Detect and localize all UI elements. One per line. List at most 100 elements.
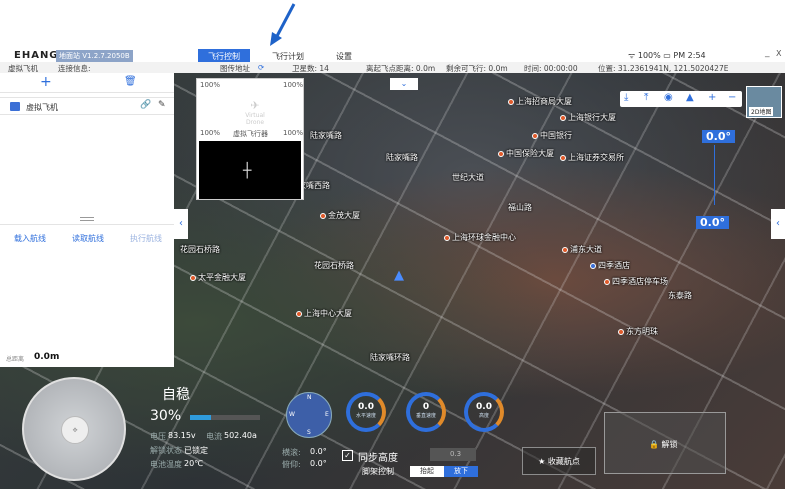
map-road: 花园石桥路 xyxy=(314,261,354,270)
zoom-in-icon[interactable]: + xyxy=(708,92,716,103)
resize-handle[interactable] xyxy=(80,217,94,221)
north-icon[interactable]: ▲ xyxy=(686,92,694,103)
map-poi[interactable]: 四季酒店 xyxy=(590,260,630,271)
read-route-button[interactable]: 读取航线 xyxy=(72,233,104,244)
flight-mode: 自稳 xyxy=(162,387,190,403)
map-poi[interactable]: 上海银行大厦 xyxy=(560,112,616,123)
add-drone-button[interactable]: + xyxy=(40,74,52,90)
lock-label: 解锁状态 xyxy=(150,446,182,455)
altitude-scale xyxy=(714,145,715,205)
map-road: 陆家嘴路 xyxy=(386,153,418,162)
flight-time: 时间: 00:00:00 xyxy=(524,64,578,73)
joystick-knob[interactable]: ✥ xyxy=(61,416,89,444)
drone-name: 虚拟飞机 xyxy=(26,103,58,112)
battery-percent: 30% xyxy=(150,408,182,424)
sync-altitude-input[interactable]: 0.3 xyxy=(430,448,476,461)
compass: N S E W xyxy=(286,392,332,438)
drone-marker-icon[interactable]: ▲ xyxy=(394,268,406,283)
refresh-icon[interactable]: ⟳ xyxy=(258,63,264,72)
battery-status: 100% xyxy=(637,51,661,60)
title-bar: EHANG 地面站 V1.2.7.2050B 飞行控制 飞行计划 设置 ᯤ 10… xyxy=(0,0,785,62)
drone-icon xyxy=(10,102,20,111)
horizontal-speed-gauge: 0.0 水平速度 xyxy=(346,392,386,432)
map-road: 世纪大道 xyxy=(452,173,484,182)
collapse-top-button[interactable]: ⌄ xyxy=(390,78,418,90)
collect-waypoint-button[interactable]: ★ 收藏航点 xyxy=(522,447,596,475)
compass-north: N xyxy=(307,394,312,401)
gear-up-button[interactable]: 抬起 xyxy=(410,466,444,477)
roll-value: 0.0° xyxy=(310,447,327,456)
zoom-out-icon[interactable]: − xyxy=(728,92,736,103)
map-poi[interactable]: 上海环球金融中心 xyxy=(444,232,516,243)
import-route-button[interactable]: 载入航线 xyxy=(14,233,46,244)
map-road: 花园石桥路 xyxy=(180,245,220,254)
divider xyxy=(0,224,174,225)
battery-icon: ▭ xyxy=(663,51,674,60)
map-poi[interactable]: 上海招商局大厦 xyxy=(508,96,572,107)
lock-state: 已锁定 xyxy=(184,446,208,455)
execute-route-button[interactable]: 执行航线 xyxy=(130,233,162,244)
map-2d-toggle[interactable]: 2D地图 xyxy=(746,86,782,118)
temp-label: 电池温度 xyxy=(150,460,182,469)
voltage-value: 83.15v xyxy=(168,431,196,440)
locate-icon[interactable]: ◉ xyxy=(664,92,673,103)
video-feed-panel[interactable]: 100% 100% ✈ Virtual Drone 100% 虚拟飞行器 100… xyxy=(196,78,304,200)
camera-label: 虚拟飞行器 xyxy=(233,130,268,138)
close-button[interactable]: X xyxy=(776,49,781,58)
map-road: 东泰路 xyxy=(668,291,692,300)
clock: PM 2:54 xyxy=(673,51,706,60)
video-pct-tr: 100% xyxy=(283,81,304,89)
map-addr-label: 图传地址 xyxy=(220,64,250,73)
map-poi[interactable]: 东方明珠 xyxy=(618,326,658,337)
delete-drone-button[interactable]: 🗑 xyxy=(124,76,137,87)
map-poi[interactable]: 太平金融大厦 xyxy=(190,272,246,283)
edit-icon[interactable]: ✎ xyxy=(158,100,166,110)
remaining-distance: 剩余可飞行: 0.0m xyxy=(446,64,508,73)
link-icon[interactable]: 🔗 xyxy=(140,100,151,110)
map-poi[interactable]: 浦东大道 xyxy=(562,244,602,255)
takeoff-distance: 离起飞点距离: 0.0m xyxy=(366,64,436,73)
sync-altitude-label: 同步高度 xyxy=(358,453,398,464)
map-poi[interactable]: 上海中心大厦 xyxy=(296,308,352,319)
map-poi[interactable]: 金茂大厦 xyxy=(320,210,360,221)
current-value: 502.40a xyxy=(224,431,257,440)
tab-flight-control[interactable]: 飞行控制 xyxy=(198,49,250,62)
map-poi[interactable]: 中国银行 xyxy=(532,130,572,141)
app-logo: EHANG xyxy=(14,50,59,61)
pitch-value: 0.0° xyxy=(310,459,327,468)
unlock-button[interactable]: 🔒 解锁 xyxy=(649,439,678,450)
left-panel-toggle[interactable]: ‹ xyxy=(174,209,188,239)
virtual-drone-logo: ✈ Virtual Drone xyxy=(245,99,265,126)
compass-east: E xyxy=(325,411,329,418)
minimize-button[interactable]: _ xyxy=(765,48,770,58)
upload-icon[interactable]: ⤒ xyxy=(644,92,648,103)
total-distance-value: 0.0m xyxy=(34,352,60,362)
map-toolbar: ⤓ ⤒ ◉ ▲ + − xyxy=(620,91,742,107)
map-poi[interactable]: 上海证券交易所 xyxy=(560,152,624,163)
altitude-gauge: 0.0 高度 xyxy=(464,392,504,432)
map-road: 陆家嘴环路 xyxy=(370,353,410,362)
vertical-speed-gauge: 0 垂直速度 xyxy=(406,392,446,432)
video-screen[interactable]: ┼ xyxy=(199,141,301,199)
tab-flight-plan[interactable]: 飞行计划 xyxy=(262,49,314,62)
roll-label: 横滚: xyxy=(282,448,301,457)
map-poi[interactable]: 中国保险大厦 xyxy=(498,148,554,159)
altitude-indicator-mid: 0.0° xyxy=(696,216,729,229)
info-bar: 虚拟飞机 连接信息: 图传地址 ⟳ 卫星数: 14 离起飞点距离: 0.0m 剩… xyxy=(0,62,785,73)
sync-altitude-checkbox[interactable]: ✓ xyxy=(342,450,353,461)
right-panel-toggle[interactable]: ‹ xyxy=(771,209,785,239)
annotation-arrow-icon xyxy=(270,3,296,46)
download-icon[interactable]: ⤓ xyxy=(624,92,628,103)
temp-value: 20℃ xyxy=(184,459,204,468)
video-pct-br: 100% xyxy=(283,129,304,137)
version-badge: 地面站 V1.2.7.2050B xyxy=(56,50,133,62)
gear-down-button[interactable]: 放下 xyxy=(444,466,478,477)
virtual-joystick[interactable]: ✥ xyxy=(22,377,126,481)
wifi-icon: ᯤ xyxy=(628,51,638,60)
drone-list-item[interactable]: 虚拟飞机 🔗 ✎ xyxy=(0,97,174,115)
gear-control-label: 脚架控制 xyxy=(362,467,394,476)
compass-south: S xyxy=(307,429,311,436)
map-poi[interactable]: 四季酒店停车场 xyxy=(604,276,668,287)
total-distance-bar: 总距离 0.0m xyxy=(0,349,174,367)
tab-settings[interactable]: 设置 xyxy=(326,49,362,62)
